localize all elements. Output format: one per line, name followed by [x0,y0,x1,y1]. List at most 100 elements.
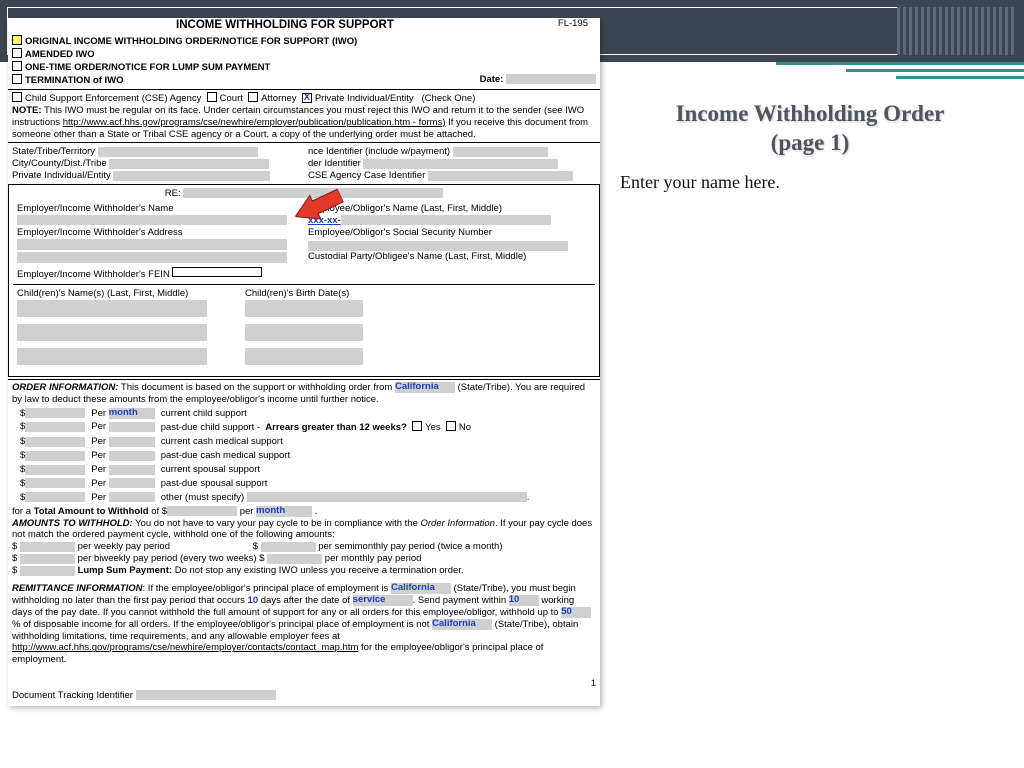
fld-case[interactable] [428,171,573,181]
fld-priv[interactable] [113,171,270,181]
opt-onetime: ONE-TIME ORDER/NOTICE FOR LUMP SUM PAYME… [25,62,270,73]
checkbox-amended[interactable] [12,48,22,58]
co-court: Court [220,93,243,104]
per-6: Per [91,492,106,503]
teal-accent-lines [776,62,1024,80]
fld-order[interactable] [363,159,558,169]
lbl-city: City/County/Dist./Tribe [12,158,107,170]
amount-lines: $Per monthcurrent child support $Per pas… [12,406,537,506]
chk-yes[interactable] [412,421,422,431]
line-4: current spousal support [159,464,532,476]
fld-ssn[interactable] [341,215,551,225]
co-attorney: Attorney [261,93,296,104]
fld-fein[interactable] [172,267,262,277]
per-5: Per [91,478,106,489]
fld-state[interactable] [98,147,258,157]
order-info-head: ORDER INFORMATION: [12,382,118,393]
checkbox-onetime[interactable] [12,61,22,71]
amts-lead: You do not have to vary your pay cycle t… [133,518,421,529]
remit-service: service [353,594,386,605]
slide-title-line1: Income Withholding Order [676,101,945,126]
lbl-state: State/Tribe/Territory [12,146,95,158]
lbl-fein: Employer/Income Withholder's FEIN [17,269,170,280]
checkbox-attorney[interactable] [248,92,258,102]
fld-emp-addr1[interactable] [17,239,287,250]
fld-cust[interactable] [308,241,568,251]
note-label: NOTE: [12,105,42,116]
total-b: Total Amount to Withhold [34,506,149,517]
fld-total[interactable] [167,506,237,516]
oi-state: California [395,381,439,392]
lbl-ssn: Employee/Obligor's Social Security Numbe… [308,227,492,238]
child-dob-2[interactable] [245,324,363,341]
lump-b: Lump Sum Payment: [78,565,173,576]
header-decoration [897,7,1017,55]
per-1: Per [91,421,106,432]
line-5: past-due spousal support [159,478,532,490]
lump-t: Do not stop any existing IWO unless you … [172,565,463,576]
form-number: FL-195 [558,18,588,30]
remit-state1: California [391,582,435,593]
line-2: current cash medical support [159,436,532,448]
child-name-2[interactable] [17,324,207,341]
line-1: past-due child support - [161,422,260,433]
fld-emp-name[interactable] [17,215,287,225]
per-3: Per [91,450,106,461]
checkbox-termination[interactable] [12,74,22,84]
per-0: Per [91,408,106,419]
total-mid: of $ [149,506,168,517]
total-lead: for a [12,506,34,517]
remit-v50: 50 [561,606,572,617]
total-month: month [256,505,285,516]
lbl-emp-name: Employer/Income Withholder's Name [17,203,174,214]
checkbox-cse[interactable] [12,92,22,102]
fld-city[interactable] [109,159,269,169]
note-link[interactable]: http://www.acf.hhs.gov/programs/cse/newh… [63,117,446,128]
checkbox-original[interactable] [12,35,22,45]
remit-t2: days after the date of [258,595,353,606]
child-dob-1[interactable] [245,300,363,317]
co-note: (Check One) [422,93,476,104]
month-0: month [109,407,138,418]
remit-v10b: 10 [509,594,520,605]
lbl-child-dob: Child(ren)'s Birth Date(s) [245,288,349,299]
opt-amended: AMENDED IWO [25,49,95,60]
fld-track[interactable] [136,690,276,700]
date-field[interactable] [506,74,596,84]
slide-title-line2: (page 1) [771,130,850,155]
child-name-1[interactable] [17,300,207,317]
total-per: per [237,506,256,517]
co-cse: Child Support Enforcement (CSE) Agency [25,93,201,104]
lbl-remit: nce Identifier (include w/payment) [308,146,450,157]
no: No [459,422,471,433]
fld-remit[interactable] [453,147,548,157]
chk-no[interactable] [446,421,456,431]
remit-head: REMITTANCE INFORMATION [12,583,143,594]
lbl-case: CSE Agency Case Identifier [308,170,425,181]
line-0: current child support [159,408,532,420]
amt-biwk: per biweekly pay period (every two weeks… [78,553,265,564]
co-private: Private Individual/Entity [315,93,414,104]
fld-emp-addr2[interactable] [17,252,287,263]
opt-termination: TERMINATION of IWO [25,75,124,86]
amt-wk: per weekly pay period [78,541,170,552]
arrears-q: Arrears greater than 12 weeks? [265,422,407,433]
remit-link[interactable]: http://www.acf.hhs.gov/programs/cse/newh… [12,642,358,653]
checkbox-court[interactable] [207,92,217,102]
per-4: Per [91,464,106,475]
yes: Yes [425,422,441,433]
amt-mo: per monthly pay period [325,553,422,564]
checkbox-private-checked[interactable] [302,93,312,103]
name-prompt[interactable]: Enter your name here. [620,172,1000,193]
lbl-cust: Custodial Party/Obligee's Name (Last, Fi… [308,251,526,262]
amt-semi: per semimonthly pay period (twice a mont… [318,541,502,552]
re-label: RE: [165,188,181,199]
date-label: Date: [480,74,504,85]
lbl-order: der Identifier [308,158,361,169]
remit-v10a: 10 [248,595,259,606]
child-dob-3[interactable] [245,348,363,365]
child-name-3[interactable] [17,348,207,365]
remit-state2: California [432,618,476,629]
lbl-priv: Private Individual/Entity [12,170,111,182]
slide-title: Income Withholding Order (page 1) [620,100,1000,158]
